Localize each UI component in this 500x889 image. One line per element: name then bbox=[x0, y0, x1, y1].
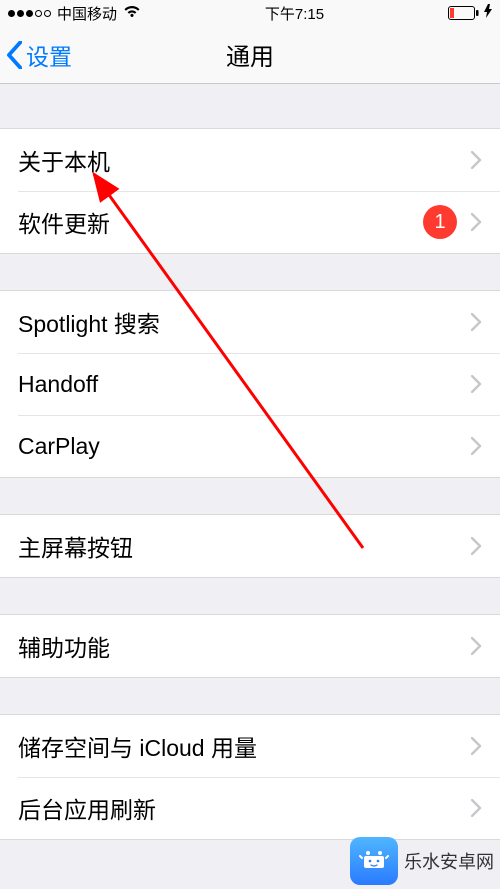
row-handoff[interactable]: Handoff bbox=[0, 353, 500, 415]
back-label: 设置 bbox=[26, 38, 72, 72]
row-storage-icloud[interactable]: 储存空间与 iCloud 用量 bbox=[0, 715, 500, 777]
chevron-right-icon bbox=[471, 375, 482, 393]
settings-group-2: Spotlight 搜索 Handoff CarPlay bbox=[0, 290, 500, 478]
row-background-refresh[interactable]: 后台应用刷新 bbox=[0, 777, 500, 839]
chevron-right-icon bbox=[471, 151, 482, 169]
watermark-text: 乐水安卓网 bbox=[404, 848, 494, 874]
row-label: 主屏幕按钮 bbox=[18, 529, 471, 563]
row-label: 后台应用刷新 bbox=[18, 791, 471, 825]
back-button[interactable]: 设置 bbox=[6, 38, 72, 72]
status-bar: 中国移动 下午7:15 bbox=[0, 0, 500, 26]
row-carplay[interactable]: CarPlay bbox=[0, 415, 500, 477]
status-time: 下午7:15 bbox=[265, 3, 324, 24]
settings-group-3: 主屏幕按钮 bbox=[0, 514, 500, 578]
row-software-update[interactable]: 软件更新 1 bbox=[0, 191, 500, 253]
row-label: 软件更新 bbox=[18, 205, 423, 239]
signal-strength-icon bbox=[8, 10, 51, 17]
row-about[interactable]: 关于本机 bbox=[0, 129, 500, 191]
chevron-right-icon bbox=[471, 313, 482, 331]
chevron-right-icon bbox=[471, 637, 482, 655]
settings-group-4: 辅助功能 bbox=[0, 614, 500, 678]
row-label: Handoff bbox=[18, 371, 471, 398]
status-right bbox=[448, 4, 492, 22]
chevron-right-icon bbox=[471, 537, 482, 555]
chevron-right-icon bbox=[471, 437, 482, 455]
chevron-right-icon bbox=[471, 737, 482, 755]
settings-group-1: 关于本机 软件更新 1 bbox=[0, 128, 500, 254]
chevron-right-icon bbox=[471, 213, 482, 231]
wifi-icon bbox=[123, 4, 141, 22]
row-spotlight[interactable]: Spotlight 搜索 bbox=[0, 291, 500, 353]
watermark-logo-icon bbox=[350, 837, 398, 885]
status-left: 中国移动 bbox=[8, 3, 141, 24]
chevron-right-icon bbox=[471, 799, 482, 817]
row-label: 储存空间与 iCloud 用量 bbox=[18, 729, 471, 763]
carrier-label: 中国移动 bbox=[57, 3, 117, 24]
row-label: 关于本机 bbox=[18, 143, 471, 177]
page-title: 通用 bbox=[0, 37, 500, 72]
battery-icon bbox=[448, 6, 480, 20]
nav-header: 设置 通用 bbox=[0, 26, 500, 84]
charging-icon bbox=[484, 4, 492, 22]
row-accessibility[interactable]: 辅助功能 bbox=[0, 615, 500, 677]
row-label: CarPlay bbox=[18, 433, 471, 460]
chevron-left-icon bbox=[6, 41, 22, 69]
row-label: 辅助功能 bbox=[18, 629, 471, 663]
row-label: Spotlight 搜索 bbox=[18, 305, 471, 339]
row-home-button[interactable]: 主屏幕按钮 bbox=[0, 515, 500, 577]
settings-group-5: 储存空间与 iCloud 用量 后台应用刷新 bbox=[0, 714, 500, 840]
watermark: 乐水安卓网 bbox=[344, 833, 500, 889]
notification-badge: 1 bbox=[423, 205, 457, 239]
